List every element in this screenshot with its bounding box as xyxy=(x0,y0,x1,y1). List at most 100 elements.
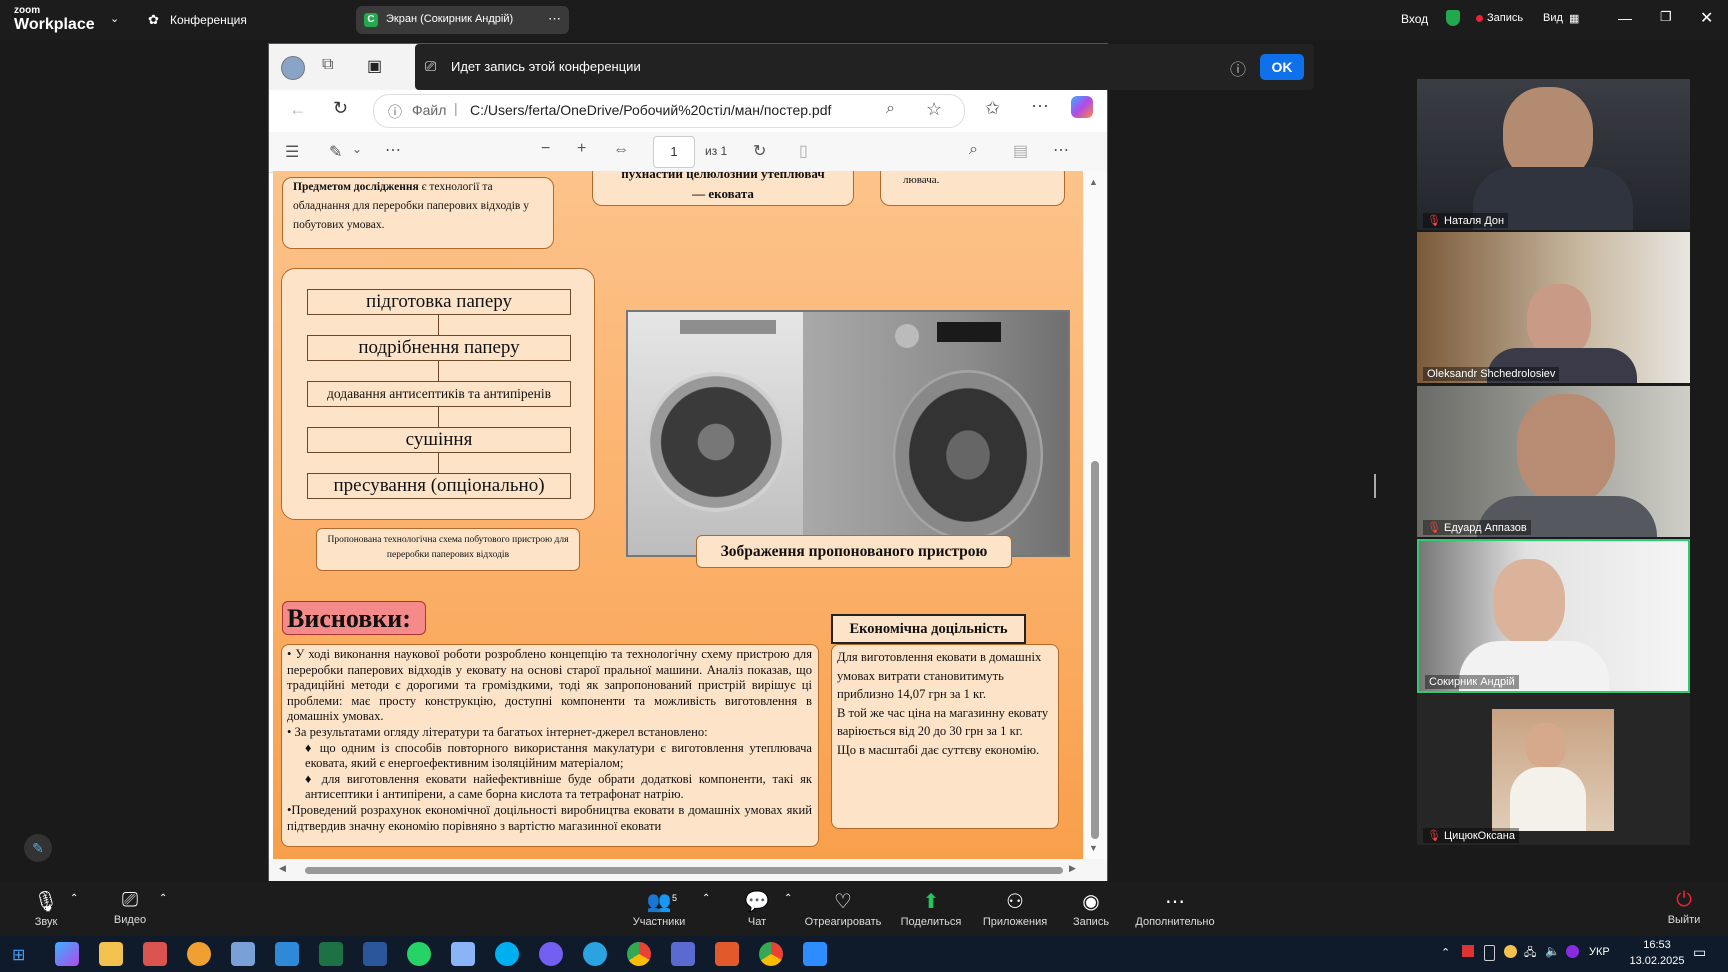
chevron-up-icon[interactable]: ⌃ xyxy=(784,893,792,904)
chevron-up-icon[interactable]: ⌃ xyxy=(70,893,78,904)
volume-icon[interactable]: 🔈 xyxy=(1545,944,1560,958)
chevron-up-icon[interactable]: ⌃ xyxy=(159,893,167,904)
notifications-icon[interactable]: ▭ xyxy=(1693,944,1706,961)
battery-icon[interactable] xyxy=(1484,945,1495,961)
minimize-icon[interactable]: — xyxy=(1618,10,1632,26)
save-icon[interactable]: ▤ xyxy=(1013,141,1028,161)
more-icon[interactable]: ⋯ xyxy=(1053,140,1069,160)
favorites-icon[interactable]: ✩ xyxy=(985,98,1000,119)
record-button[interactable]: ◉ Запись xyxy=(1046,889,1136,928)
star-icon[interactable]: ☆ xyxy=(926,99,942,120)
scroll-right-icon[interactable]: ▶ xyxy=(1069,863,1076,874)
telegram-icon[interactable] xyxy=(583,942,607,966)
word-icon[interactable] xyxy=(363,942,387,966)
app-icon[interactable] xyxy=(671,942,695,966)
leave-button[interactable]: ⏻ Выйти xyxy=(1639,889,1728,926)
grid-icon[interactable]: ▦ xyxy=(1569,12,1579,25)
conference-label[interactable]: Конференция xyxy=(170,13,247,27)
back-icon[interactable]: ← xyxy=(289,99,307,120)
participant-tile[interactable]: 🎙 Наталя Дон xyxy=(1417,79,1690,230)
participants-button[interactable]: 👥 Участники xyxy=(614,889,704,928)
chevron-up-icon[interactable]: ⌃ xyxy=(702,893,710,904)
chrome-icon[interactable] xyxy=(627,942,651,966)
clock-date[interactable]: 13.02.2025 xyxy=(1626,955,1688,967)
screen-share-pill[interactable]: С Экран (Сокирник Андрій) ⋯ xyxy=(356,6,569,34)
whatsapp-icon[interactable] xyxy=(407,942,431,966)
restore-icon[interactable]: ❐ xyxy=(1660,9,1672,25)
washer-display xyxy=(937,322,1001,342)
browser-icon[interactable] xyxy=(187,942,211,966)
info-icon[interactable]: ⓘ xyxy=(1230,56,1246,80)
participant-name: 🎙 Едуард Аппазов xyxy=(1423,520,1531,535)
zoom-in-icon[interactable]: + xyxy=(577,140,586,158)
zoom-out-icon[interactable]: ⌕ xyxy=(886,100,895,118)
chevron-down-icon[interactable]: ⌄ xyxy=(352,142,362,156)
login-button[interactable]: Вход xyxy=(1401,12,1428,26)
rotate-icon[interactable]: ↻ xyxy=(753,141,766,161)
react-button[interactable]: ♡ Отреагировать xyxy=(798,889,888,928)
scroll-up-icon[interactable]: ▲ xyxy=(1089,177,1098,187)
close-icon[interactable]: ✕ xyxy=(1700,8,1713,28)
tray-icon[interactable] xyxy=(1462,945,1474,957)
network-icon[interactable]: 🖧 xyxy=(1524,944,1536,963)
calculator-icon[interactable] xyxy=(275,942,299,966)
more-button[interactable]: ⋯ Дополнительно xyxy=(1130,889,1220,928)
copilot-icon[interactable] xyxy=(55,942,79,966)
zoom-app-icon[interactable] xyxy=(803,942,827,966)
page-view-icon[interactable]: ▯ xyxy=(799,141,808,161)
file-explorer-icon[interactable] xyxy=(99,942,123,966)
language-indicator[interactable]: УКР xyxy=(1589,946,1610,958)
fit-width-icon[interactable]: ⇔ xyxy=(613,141,629,159)
participant-tile-active[interactable]: Сокирник Андрій xyxy=(1417,539,1690,693)
app-icon[interactable] xyxy=(143,942,167,966)
chrome-icon[interactable] xyxy=(759,942,783,966)
more-options-icon[interactable]: ⋯ xyxy=(548,11,561,27)
scrollbar-thumb[interactable] xyxy=(305,867,1063,874)
workspaces-icon[interactable]: ⧉ xyxy=(322,56,333,74)
ok-button[interactable]: OK xyxy=(1260,54,1304,80)
participant-tile[interactable]: 🎙 ЦицюкОксана xyxy=(1417,694,1690,845)
annotate-icon[interactable]: ✎ xyxy=(24,834,52,862)
windows-start-icon[interactable]: ⊞ xyxy=(12,945,25,965)
vertical-scrollbar[interactable]: ▲ ▼ xyxy=(1083,171,1107,859)
url-text[interactable]: C:/Users/ferta/OneDrive/Робочий%20стіл/м… xyxy=(470,102,831,118)
info-icon[interactable]: ⓘ xyxy=(388,102,402,122)
highlight-icon[interactable]: ✎ xyxy=(329,142,342,162)
tray-icon[interactable] xyxy=(1504,945,1517,958)
contents-icon[interactable]: ☰ xyxy=(285,142,299,162)
skype-icon[interactable] xyxy=(495,942,519,966)
tray-icon[interactable] xyxy=(1566,945,1579,958)
view-button[interactable]: Вид xyxy=(1543,12,1563,24)
step-5: пресування (опціонально) xyxy=(307,473,571,499)
search-icon[interactable]: ⌕ xyxy=(969,141,978,159)
clock-time[interactable]: 16:53 xyxy=(1636,939,1678,951)
chevron-up-icon[interactable]: ⌃ xyxy=(1441,946,1450,959)
horizontal-scrollbar[interactable]: ◀ ▶ xyxy=(269,859,1107,881)
profile-avatar[interactable] xyxy=(281,56,305,80)
shared-screen: ⧉ ▣ ← ↻ ⓘ Файл | C:/Users/ferta/OneDrive… xyxy=(268,43,1108,883)
scroll-down-icon[interactable]: ▼ xyxy=(1089,843,1098,853)
share-button[interactable]: ⬆ Поделиться xyxy=(886,889,976,928)
tab-actions-icon[interactable]: ▣ xyxy=(367,56,382,76)
participant-tile[interactable]: 🎙 Едуард Аппазов xyxy=(1417,386,1690,537)
chevron-down-icon[interactable]: ⌄ xyxy=(110,12,119,25)
washer-panel xyxy=(680,320,776,334)
more-icon[interactable]: ⋯ xyxy=(1031,96,1049,117)
scroll-left-icon[interactable]: ◀ xyxy=(279,863,286,874)
shield-icon[interactable] xyxy=(1446,10,1460,26)
address-bar[interactable]: ⓘ Файл | C:/Users/ferta/OneDrive/Робочий… xyxy=(373,94,965,128)
page-number-input[interactable]: 1 xyxy=(653,136,695,168)
app-icon[interactable] xyxy=(231,942,255,966)
camera-icon[interactable] xyxy=(451,942,475,966)
app-icon[interactable] xyxy=(715,942,739,966)
more-tools-icon[interactable]: ⋯ xyxy=(385,140,401,160)
participant-tile[interactable]: Oleksandr Shchedrolosiev xyxy=(1417,232,1690,383)
viber-icon[interactable] xyxy=(539,942,563,966)
zoom-out-icon[interactable]: − xyxy=(541,140,550,158)
copilot-icon[interactable] xyxy=(1071,96,1093,118)
record-indicator[interactable]: Запись xyxy=(1487,12,1523,24)
scrollbar-thumb[interactable] xyxy=(1091,461,1099,839)
refresh-icon[interactable]: ↻ xyxy=(333,98,348,119)
excel-icon[interactable] xyxy=(319,942,343,966)
panel-splitter[interactable] xyxy=(1374,474,1376,498)
